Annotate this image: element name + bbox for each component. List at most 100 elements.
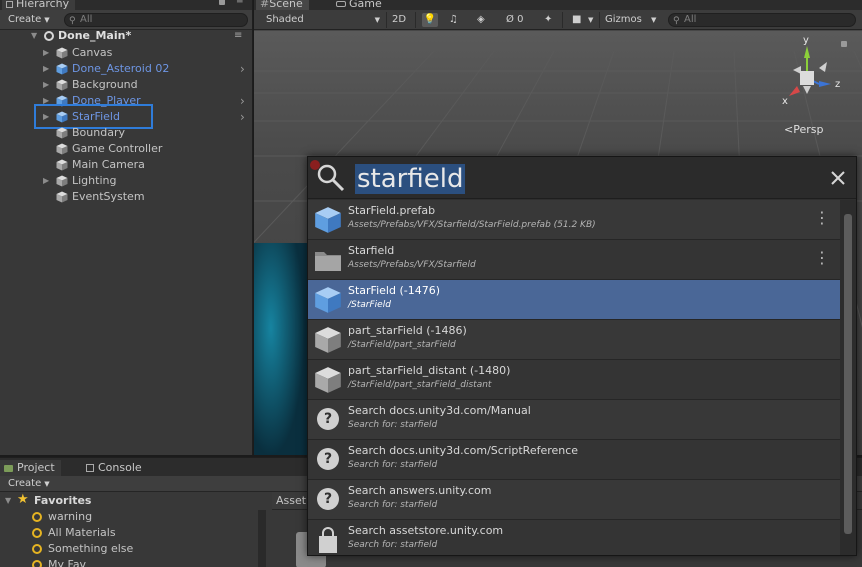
result-item[interactable]: Starfield Assets/Prefabs/VFX/Starfield ⋮ [308,240,842,280]
audio-toggle-icon[interactable]: ♫ [449,13,458,27]
quick-search-indicator [310,160,320,170]
camera-icon[interactable]: ■ [572,13,581,27]
dropdown-caret-icon: ▼ [44,480,50,488]
hierarchy-item-boundary[interactable]: Boundary [0,125,253,141]
search-icon [317,164,345,192]
chevron-right-icon[interactable]: › [240,109,245,125]
result-title: Search assetstore.unity.com [348,524,504,537]
close-icon[interactable] [830,170,846,186]
2d-toggle-button[interactable]: 2D [392,13,406,27]
chevron-right-icon[interactable]: › [240,61,245,77]
tab-scene[interactable]: #Scene [256,0,309,10]
result-item[interactable]: Search assetstore.unity.com Search for: … [308,520,842,555]
orientation-gizmo[interactable]: y z x [779,35,854,111]
hierarchy-item-background[interactable]: ▶ Background [0,77,253,93]
scene-search-input[interactable]: ⚲ All [668,13,856,27]
projection-label: Persp [793,123,824,136]
quick-search-input[interactable]: starfield [355,164,466,194]
gizmo-axis-y-label: y [803,35,809,46]
project-tree-scrollbar[interactable] [258,510,266,567]
shading-mode-dropdown[interactable]: Shaded ▼ [266,13,380,27]
collapsed-arrow-icon[interactable]: ▶ [43,77,49,93]
folder-icon [315,252,341,271]
tab-game-label: Game [349,0,382,10]
lock-icon[interactable] [219,0,225,5]
chevron-right-icon[interactable]: › [240,93,245,109]
hierarchy-item-lighting[interactable]: ▶ Lighting [0,173,253,189]
quick-search-header: starfield [308,157,856,199]
favorite-label: My Fav [48,558,87,567]
expanded-arrow-icon[interactable]: ▼ [31,28,37,44]
result-subtitle: Search for: starfield [348,460,438,470]
gizmo-lock-icon[interactable] [841,41,847,47]
result-title: Search docs.unity3d.com/ScriptReference [348,444,579,457]
tab-console[interactable]: Console [82,460,148,476]
hierarchy-tab-label: Hierarchy [16,0,70,10]
expanded-arrow-icon[interactable]: ▼ [5,493,11,509]
hierarchy-item-eventsystem[interactable]: EventSystem [0,189,253,205]
hierarchy-item-game-controller[interactable]: Game Controller [0,141,253,157]
lighting-toggle-icon[interactable]: 💡 [422,13,438,27]
result-item[interactable]: ? Search docs.unity3d.com/Manual Search … [308,400,842,440]
effects-toggle-icon[interactable]: ◈ [477,13,485,27]
hierarchy-item-canvas[interactable]: ▶ Canvas [0,45,253,61]
result-item[interactable]: ? Search answers.unity.com Search for: s… [308,480,842,520]
scene-grid-icon: # [260,0,270,10]
console-icon [86,464,94,472]
hierarchy-create-button[interactable]: Create ▼ [4,13,54,27]
tab-scene-label: Scene [269,0,303,10]
result-subtitle: /StarField/part_starField_distant [348,380,492,390]
tab-project[interactable]: Project [0,460,61,476]
gizmos-dropdown[interactable]: Gizmos ▼ [605,13,656,27]
more-options-icon[interactable]: ⋮ [814,250,830,266]
collapsed-arrow-icon[interactable]: ▶ [43,61,49,77]
result-item-selected[interactable]: StarField (-1476) /StarField [308,280,842,320]
search-favorite-icon [32,512,42,522]
collapsed-arrow-icon[interactable]: ▶ [43,173,49,189]
tools-icon[interactable]: ✦ [544,13,552,27]
tab-hierarchy[interactable]: Hierarchy [2,0,76,10]
results-scrollbar[interactable] [840,200,856,555]
gameobject-cube-icon [56,127,68,139]
tab-game[interactable]: Game [332,0,388,10]
more-options-icon[interactable]: ⋮ [814,210,830,226]
project-create-button[interactable]: Create ▼ [4,477,54,491]
scene-menu-icon[interactable]: ≡ [234,28,242,44]
gizmo-axis-x-label: x [782,96,788,107]
projection-toggle[interactable]: <Persp [784,123,823,136]
search-placeholder: All [80,14,93,25]
scene-toolbar: Shaded ▼ 2D 💡 ♫ ◈ Ø 0 ✦ ■ ▼ Gizmos ▼ ⚲ Al… [254,10,862,30]
hierarchy-item-label: Canvas [72,46,113,59]
hierarchy-item-main-camera[interactable]: Main Camera [0,157,253,173]
result-title: part_starField (-1486) [348,324,467,337]
hierarchy-item-label: EventSystem [72,190,145,203]
result-title: Starfield [348,244,395,257]
hierarchy-item-done-asteroid[interactable]: ▶ Done_Asteroid 02 › [0,61,253,77]
result-item[interactable]: ? Search docs.unity3d.com/ScriptReferenc… [308,440,842,480]
favorite-label: Something else [48,542,134,555]
gameobject-cube-icon [56,79,68,91]
hierarchy-item-label: Game Controller [72,142,163,155]
camera-dropdown-caret-icon[interactable]: ▼ [588,13,593,27]
result-subtitle: /StarField/part_starField [348,340,456,350]
result-title: Search docs.unity3d.com/Manual [348,404,531,417]
hierarchy-toolbar: Create ▼ ⚲ All [0,10,252,30]
tab-console-label: Console [98,461,142,474]
panel-menu-icon[interactable]: ≡ [236,0,244,6]
axis-gizmo-icon [789,46,831,96]
hidden-objects-toggle[interactable]: Ø 0 [506,13,523,27]
star-icon: ★ [17,492,29,507]
scene-root-row[interactable]: ▼ Done_Main* ≡ [0,28,253,44]
gameobject-cube-icon [56,175,68,187]
result-subtitle: /StarField [348,300,391,310]
collapsed-arrow-icon[interactable]: ▶ [43,45,49,61]
result-item[interactable]: StarField.prefab Assets/Prefabs/VFX/Star… [308,200,842,240]
result-item[interactable]: part_starField_distant (-1480) /StarFiel… [308,360,842,400]
store-bag-icon [319,527,337,553]
hierarchy-search-input[interactable]: ⚲ All [64,13,248,27]
result-item[interactable]: part_starField (-1486) /StarField/part_s… [308,320,842,360]
result-title: part_starField_distant (-1480) [348,364,511,377]
scrollbar-thumb[interactable] [844,214,852,534]
gizmos-label: Gizmos [605,14,642,25]
project-folder-icon [4,464,13,472]
